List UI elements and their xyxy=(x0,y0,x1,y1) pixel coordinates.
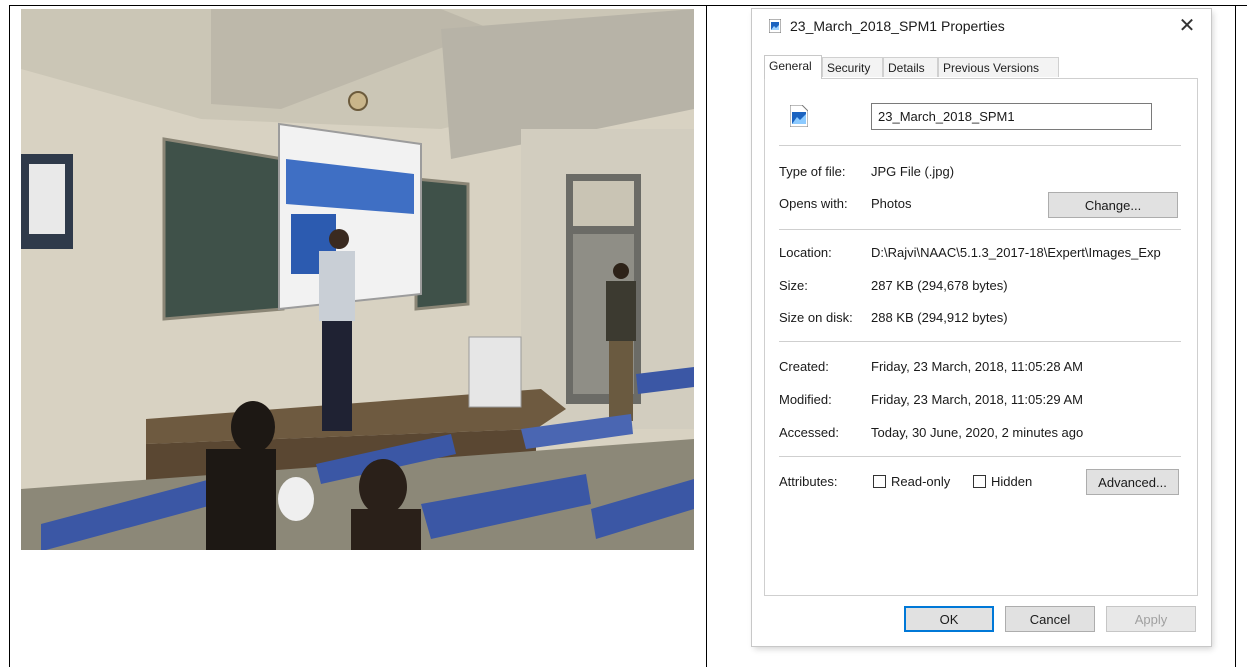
jpg-file-icon xyxy=(790,105,808,127)
tab-previous-versions[interactable]: Previous Versions xyxy=(938,57,1059,77)
separator xyxy=(779,456,1181,457)
hidden-label[interactable]: Hidden xyxy=(991,474,1032,489)
attributes-label: Attributes: xyxy=(779,474,838,489)
type-of-file-value: JPG File (.jpg) xyxy=(871,164,955,179)
modified-label: Modified: xyxy=(779,392,832,407)
created-value: Friday, 23 March, 2018, 11:05:28 AM xyxy=(871,359,1083,374)
separator xyxy=(779,229,1181,230)
location-label: Location: xyxy=(779,245,832,260)
read-only-label[interactable]: Read-only xyxy=(891,474,950,489)
size-on-disk-value: 288 KB (294,912 bytes) xyxy=(871,310,1008,325)
opens-with-label: Opens with: xyxy=(779,196,848,211)
image-file-icon xyxy=(769,19,781,33)
table-middle-border xyxy=(706,5,707,667)
file-name-input[interactable] xyxy=(871,103,1152,130)
size-value: 287 KB (294,678 bytes) xyxy=(871,278,1008,293)
type-of-file-label: Type of file: xyxy=(779,164,846,179)
table-right-border xyxy=(1235,5,1236,667)
location-value: D:\Rajvi\NAAC\5.1.3_2017-18\Expert\Image… xyxy=(871,245,1161,260)
close-button[interactable]: ✕ xyxy=(1173,14,1201,38)
change-button[interactable]: Change... xyxy=(1048,192,1178,218)
title-bar[interactable]: 23_March_2018_SPM1 Properties ✕ xyxy=(752,9,1211,45)
opens-with-value: Photos xyxy=(871,196,912,211)
advanced-button[interactable]: Advanced... xyxy=(1086,469,1179,495)
modified-value: Friday, 23 March, 2018, 11:05:29 AM xyxy=(871,392,1083,407)
accessed-label: Accessed: xyxy=(779,425,839,440)
properties-dialog: 23_March_2018_SPM1 Properties ✕ General … xyxy=(752,9,1211,646)
dialog-title: 23_March_2018_SPM1 Properties xyxy=(790,18,1005,34)
table-left-border xyxy=(9,5,10,667)
read-only-checkbox[interactable] xyxy=(873,475,886,488)
separator xyxy=(779,145,1181,146)
cancel-button[interactable]: Cancel xyxy=(1005,606,1095,632)
tab-details[interactable]: Details xyxy=(883,57,938,77)
size-on-disk-label: Size on disk: xyxy=(779,310,853,325)
accessed-value: Today, 30 June, 2020, 2 minutes ago xyxy=(871,425,1084,440)
created-label: Created: xyxy=(779,359,829,374)
apply-button[interactable]: Apply xyxy=(1106,606,1196,632)
tab-general[interactable]: General xyxy=(764,55,822,79)
hidden-checkbox[interactable] xyxy=(973,475,986,488)
ok-button[interactable]: OK xyxy=(904,606,994,632)
table-top-border xyxy=(9,5,1247,6)
general-tab-panel xyxy=(764,78,1198,596)
separator xyxy=(779,341,1181,342)
size-label: Size: xyxy=(779,278,808,293)
classroom-photo xyxy=(21,9,694,550)
tab-security[interactable]: Security xyxy=(822,57,883,77)
tab-strip: General Security Details Previous Versio… xyxy=(764,55,1204,79)
